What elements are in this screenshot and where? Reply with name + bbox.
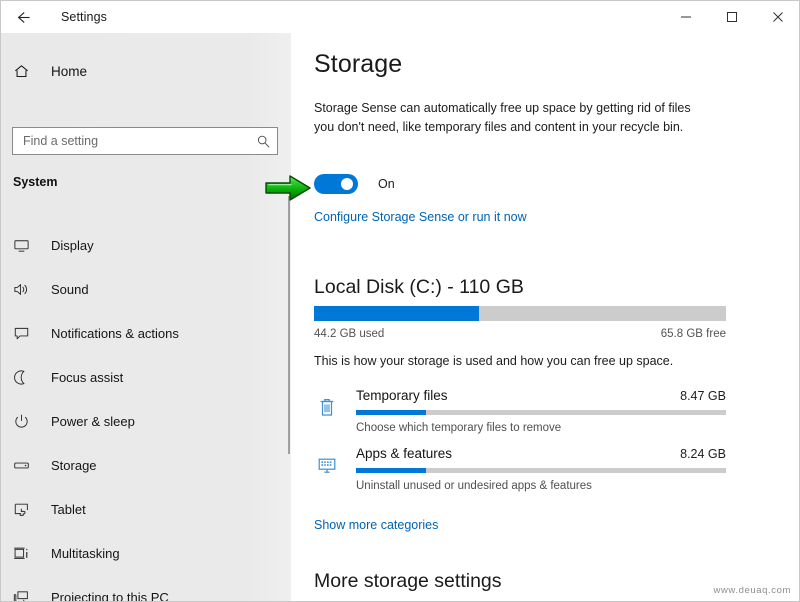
category-subtitle: Uninstall unused or undesired apps & fea… [356, 480, 726, 492]
watermark: www.deuaq.com [713, 585, 791, 596]
sidebar-nav-list: Display Sound Notifica [1, 223, 291, 602]
local-disk-heading: Local Disk (C:) - 110 GB [314, 276, 524, 299]
sidebar-section-label: System [13, 175, 57, 189]
apps-monitor-icon [314, 452, 340, 478]
back-button[interactable] [1, 1, 45, 33]
sidebar-item-display[interactable]: Display [1, 223, 291, 267]
sidebar-item-label: Tablet [51, 502, 86, 517]
local-disk-usage-bar [314, 306, 726, 321]
show-more-categories-link[interactable]: Show more categories [314, 518, 438, 532]
list-item[interactable]: Temporary files 8.47 GB Choose which tem… [314, 388, 726, 446]
category-name: Temporary files [356, 388, 448, 403]
close-icon [772, 11, 784, 23]
list-item[interactable]: Apps & features 8.24 GB Uninstall unused… [314, 446, 726, 504]
trash-icon [314, 394, 340, 420]
sidebar-item-multitasking[interactable]: Multitasking [1, 531, 291, 575]
sidebar-item-label: Projecting to this PC [51, 590, 169, 602]
projecting-icon [13, 589, 39, 602]
sidebar-item-label: Focus assist [51, 370, 123, 385]
minimize-icon [680, 11, 692, 23]
sidebar-item-label: Power & sleep [51, 414, 135, 429]
category-usage-fill [356, 468, 426, 473]
sidebar-item-focus-assist[interactable]: Focus assist [1, 355, 291, 399]
minimize-button[interactable] [663, 1, 709, 33]
close-button[interactable] [755, 1, 800, 33]
storage-sense-toggle[interactable] [314, 174, 358, 194]
search-icon[interactable] [256, 134, 271, 149]
local-disk-free-label: 65.8 GB free [314, 328, 726, 340]
sidebar-item-label: Multitasking [51, 546, 120, 561]
search-container [12, 127, 278, 155]
drive-icon [13, 457, 39, 474]
category-name: Apps & features [356, 446, 452, 461]
search-box[interactable] [12, 127, 278, 155]
moon-icon [13, 369, 39, 386]
back-arrow-icon [15, 9, 32, 26]
multitasking-icon [13, 545, 39, 562]
category-subtitle: Choose which temporary files to remove [356, 422, 726, 434]
storage-sense-toggle-label: On [378, 177, 395, 191]
settings-window: Settings [0, 0, 800, 602]
window-title: Settings [61, 10, 107, 24]
sidebar-item-projecting[interactable]: Projecting to this PC [1, 575, 291, 602]
home-icon [13, 63, 41, 80]
sidebar-item-label: Sound [51, 282, 89, 297]
local-disk-usage-fill [314, 306, 479, 321]
sidebar-scrollbar[interactable] [288, 196, 290, 454]
sidebar-item-label: Notifications & actions [51, 326, 179, 341]
category-usage-bar [356, 410, 726, 415]
sidebar: Home System [1, 33, 291, 602]
storage-help-text: This is how your storage is used and how… [314, 354, 673, 368]
category-usage-fill [356, 410, 426, 415]
sidebar-item-home[interactable]: Home [1, 55, 291, 87]
tablet-hand-icon [13, 501, 39, 518]
sidebar-home-label: Home [51, 64, 87, 79]
configure-storage-sense-link[interactable]: Configure Storage Sense or run it now [314, 210, 527, 224]
power-icon [13, 413, 39, 430]
sidebar-item-tablet[interactable]: Tablet [1, 487, 291, 531]
sidebar-item-power-sleep[interactable]: Power & sleep [1, 399, 291, 443]
storage-sense-description: Storage Sense can automatically free up … [314, 99, 714, 137]
speaker-icon [13, 281, 39, 298]
sidebar-item-label: Storage [51, 458, 97, 473]
more-storage-settings-heading: More storage settings [314, 570, 502, 593]
comment-icon [13, 325, 39, 342]
main-content: Storage Storage Sense can automatically … [291, 33, 800, 602]
storage-sense-toggle-row: On [314, 174, 395, 194]
category-size: 8.24 GB [680, 447, 726, 461]
page-title: Storage [314, 50, 402, 79]
category-usage-bar [356, 468, 726, 473]
category-body: Apps & features 8.24 GB Uninstall unused… [356, 446, 726, 492]
title-bar: Settings [1, 1, 800, 33]
sidebar-item-sound[interactable]: Sound [1, 267, 291, 311]
search-input[interactable] [23, 134, 256, 148]
storage-category-list: Temporary files 8.47 GB Choose which tem… [314, 388, 726, 504]
sidebar-item-label: Display [51, 238, 94, 253]
maximize-icon [726, 11, 738, 23]
maximize-button[interactable] [709, 1, 755, 33]
sidebar-item-storage[interactable]: Storage [1, 443, 291, 487]
category-header: Apps & features 8.24 GB [356, 446, 726, 461]
category-body: Temporary files 8.47 GB Choose which tem… [356, 388, 726, 434]
category-header: Temporary files 8.47 GB [356, 388, 726, 403]
toggle-knob [341, 178, 353, 190]
monitor-icon [13, 237, 39, 254]
sidebar-item-notifications[interactable]: Notifications & actions [1, 311, 291, 355]
window-controls [663, 1, 800, 33]
category-size: 8.47 GB [680, 389, 726, 403]
